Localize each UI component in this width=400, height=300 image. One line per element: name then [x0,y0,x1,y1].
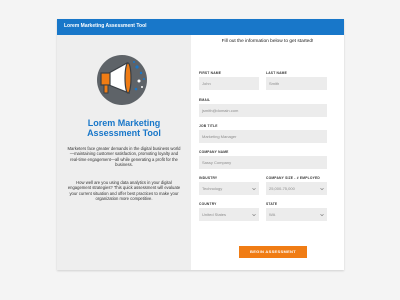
company-name-field[interactable]: Sassy Company [199,156,327,169]
country-label: COUNTRY [199,202,217,206]
industry-value: Technology [202,186,223,191]
intro-paragraph: Marketers face greater demands in the di… [67,146,181,167]
chevron-down-icon [320,187,324,190]
company-size-value: 25,000-75,000 [269,186,295,191]
state-select[interactable]: WA [266,208,327,221]
job-title-label: JOB TITLE [199,124,218,128]
chevron-down-icon [252,213,256,216]
state-value: WA [269,212,276,217]
last-name-field[interactable]: Smith [266,77,327,90]
chevron-down-icon [320,213,324,216]
header-bar: Lorem Marketing Assessment Tool [57,19,344,35]
industry-select[interactable]: Technology [199,182,259,195]
email-label: EMAIL [199,98,211,102]
tool-title: Lorem Marketing Assessment Tool [57,118,191,138]
form-intro: Fill out the information below to get st… [221,39,314,44]
assessment-paragraph: How well are you using data analytics in… [67,180,181,201]
chevron-down-icon [252,187,256,190]
company-size-select[interactable]: 25,000-75,000 [266,182,327,195]
company-name-label: COMPANY NAME [199,150,229,154]
state-label: STATE [266,202,278,206]
country-value: United States [202,212,227,217]
header-title: Lorem Marketing Assessment Tool [64,23,147,29]
last-name-label: LAST NAME [266,71,288,75]
megaphone-icon [100,61,145,94]
job-title-field[interactable]: Marketing Manager [199,130,327,143]
industry-label: INDUSTRY [199,176,218,180]
assessment-card: Lorem Marketing Assessment Tool Lorem Ma… [57,19,344,270]
email-field[interactable]: jsmith@domain.com [199,104,327,117]
info-panel: Lorem Marketing Assessment Tool Marketer… [57,35,191,270]
first-name-label: FIRST NAME [199,71,222,75]
first-name-field[interactable]: John [199,77,259,90]
tool-title-text: Lorem Marketing Assessment Tool [87,118,161,138]
begin-assessment-button[interactable]: BEGIN ASSESSMENT [239,246,307,258]
country-select[interactable]: United States [199,208,259,221]
company-size-label: COMPANY SIZE - # EMPLOYED [266,176,320,180]
form-panel: Fill out the information below to get st… [191,35,344,270]
